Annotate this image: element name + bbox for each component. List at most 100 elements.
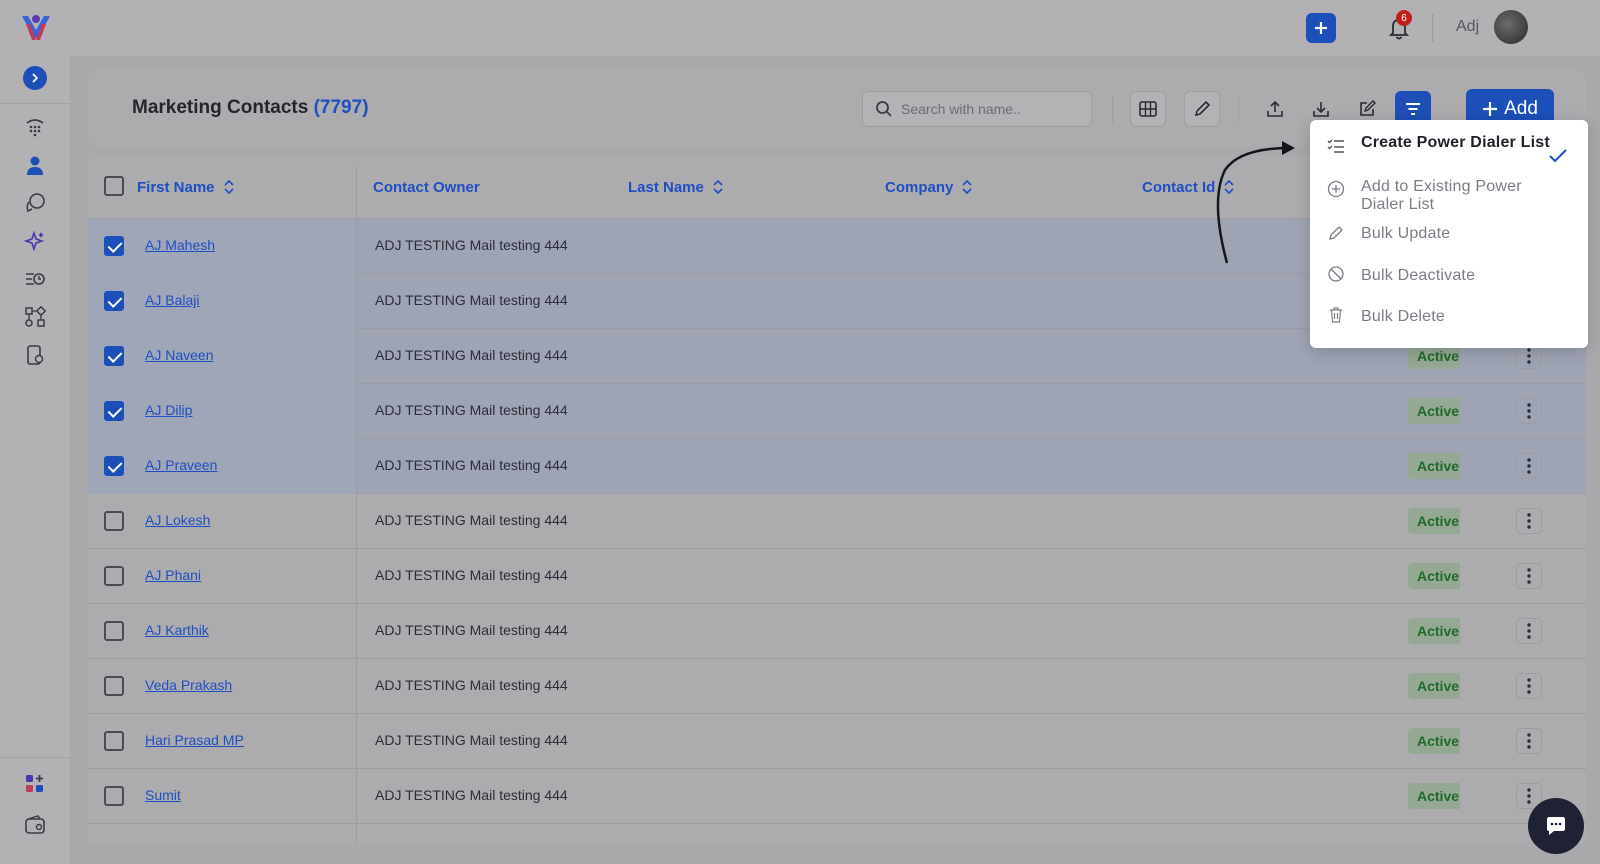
sidebar-item-apps[interactable] [21, 770, 49, 798]
column-header-company[interactable]: Company [885, 156, 973, 218]
workflow-icon [25, 306, 46, 327]
contact-count: (7797) [313, 97, 369, 118]
top-bar [70, 0, 1600, 56]
wallet-icon [25, 815, 45, 834]
edit-view-button[interactable] [1184, 91, 1220, 127]
plus-circle-icon [1326, 179, 1346, 199]
row-checkbox[interactable] [104, 676, 124, 696]
sort-icon[interactable] [223, 179, 235, 195]
row-actions-button[interactable] [1516, 453, 1542, 479]
select-all-checkbox[interactable] [104, 176, 124, 196]
page-title: Marketing Contacts (7797) [132, 97, 369, 119]
contact-name-link[interactable]: AJ Mahesh [145, 237, 215, 253]
contact-name-link[interactable]: Veda Prakash [145, 677, 232, 693]
history-list-icon [26, 273, 45, 285]
contact-name-link[interactable]: AJ Dilip [145, 402, 192, 418]
table-row[interactable]: AJ Praveen ADJ TESTING Mail testing 444 Ac… [88, 439, 1586, 494]
row-checkbox[interactable] [104, 511, 124, 531]
user-name[interactable]: Adj [1456, 18, 1479, 36]
contact-owner-cell: ADJ TESTING Mail testing 444 [375, 292, 568, 308]
contact-name-link[interactable]: Sumit [145, 787, 181, 803]
contact-name-link[interactable]: Hari Prasad MP [145, 732, 244, 748]
edit-square-icon [1360, 100, 1376, 116]
sidebar-item-wallet[interactable] [21, 811, 49, 839]
sidebar-divider [0, 103, 70, 104]
menu-item-label: Create Power Dialer List [1361, 134, 1550, 151]
contact-name-link[interactable]: AJ Praveen [145, 457, 217, 473]
quick-add-button[interactable] [1306, 13, 1336, 43]
row-actions-button[interactable] [1516, 673, 1542, 699]
sidebar-item-device-settings[interactable] [21, 341, 49, 369]
contact-name-link[interactable]: AJ Phani [145, 567, 201, 583]
table-row[interactable]: AJ Karthik ADJ TESTING Mail testing 444 Ac… [88, 604, 1586, 659]
contact-name-link[interactable]: AJ Naveen [145, 347, 213, 363]
sidebar-item-workflows[interactable] [21, 303, 49, 331]
menu-item-bulk-deactivate[interactable]: Bulk Deactivate [1310, 264, 1588, 292]
row-checkbox[interactable] [104, 786, 124, 806]
contact-name-link[interactable]: AJ Lokesh [145, 512, 210, 528]
row-checkbox[interactable] [104, 621, 124, 641]
row-checkbox[interactable] [104, 346, 124, 366]
trash-icon [1326, 305, 1346, 325]
menu-item-create-power-dialer-list[interactable]: Create Power Dialer List [1310, 134, 1588, 172]
apps-grid-icon [26, 775, 43, 792]
table-row[interactable]: AJ Lokesh ADJ TESTING Mail testing 444 Act… [88, 494, 1586, 549]
kebab-menu-icon [1527, 458, 1531, 474]
row-actions-button[interactable] [1516, 618, 1542, 644]
contact-owner-cell: ADJ TESTING Mail testing 444 [375, 732, 568, 748]
chat-icon [1547, 817, 1565, 835]
sidebar-item-conversations[interactable] [21, 189, 49, 217]
plus-icon [1483, 102, 1498, 116]
row-checkbox[interactable] [104, 291, 124, 311]
first-name-cell: AJ Lokesh [88, 494, 356, 549]
sidebar-expand-button[interactable] [23, 66, 47, 90]
row-checkbox[interactable] [104, 566, 124, 586]
chat-launcher-button[interactable] [1528, 798, 1584, 854]
sidebar-item-ai[interactable] [21, 227, 49, 255]
table-row[interactable]: AJ Phani ADJ TESTING Mail testing 444 Acti… [88, 549, 1586, 604]
kebab-menu-icon [1527, 348, 1531, 364]
column-header-contact-owner[interactable]: Contact Owner [373, 156, 480, 218]
row-actions-button[interactable] [1516, 728, 1542, 754]
columns-button[interactable] [1130, 91, 1166, 127]
row-checkbox[interactable] [104, 236, 124, 256]
sort-icon[interactable] [712, 179, 724, 195]
search-input[interactable] [901, 101, 1081, 117]
chevron-right-icon [32, 73, 39, 83]
column-header-first-name[interactable]: First Name [137, 156, 235, 218]
contact-owner-cell: ADJ TESTING Mail testing 444 [375, 622, 568, 638]
column-header-label: First Name [137, 178, 215, 196]
row-checkbox[interactable] [104, 731, 124, 751]
menu-item-bulk-delete[interactable]: Bulk Delete [1310, 305, 1588, 333]
table-row[interactable]: Hari Prasad MP ADJ TESTING Mail testing 4… [88, 714, 1586, 769]
sort-icon[interactable] [961, 179, 973, 195]
row-actions-button[interactable] [1516, 508, 1542, 534]
first-name-cell: AJ Karthik [88, 604, 356, 659]
table-row[interactable]: Sumit ADJ TESTING Mail testing 444 Active [88, 769, 1586, 824]
avatar[interactable] [1494, 10, 1528, 44]
topbar-divider [1432, 14, 1433, 42]
app-logo[interactable] [18, 10, 54, 46]
column-header-label: Contact Owner [373, 178, 480, 196]
sort-icon[interactable] [1223, 179, 1235, 195]
row-actions-button[interactable] [1516, 398, 1542, 424]
menu-item-bulk-update[interactable]: Bulk Update [1310, 223, 1588, 251]
table-row[interactable]: Veda Prakash ADJ TESTING Mail testing 444… [88, 659, 1586, 714]
sidebar-item-contacts[interactable] [21, 151, 49, 179]
sidebar-divider [0, 757, 70, 758]
column-header-last-name[interactable]: Last Name [628, 156, 724, 218]
contact-name-link[interactable]: AJ Balaji [145, 292, 199, 308]
chat-bubbles-icon [26, 193, 45, 213]
export-button[interactable] [1257, 91, 1293, 127]
sidebar-item-history[interactable] [21, 265, 49, 293]
sidebar-item-dialer[interactable] [21, 113, 49, 141]
table-row[interactable]: AJ Dilip ADJ TESTING Mail testing 444 Acti… [88, 384, 1586, 439]
search-box[interactable] [862, 91, 1092, 127]
row-checkbox[interactable] [104, 456, 124, 476]
contact-name-link[interactable]: AJ Karthik [145, 622, 209, 638]
contact-owner-cell: ADJ TESTING Mail testing 444 [375, 567, 568, 583]
menu-item-add-to-existing-list[interactable]: Add to Existing Power Dialer List [1310, 178, 1588, 216]
column-header-contact-id[interactable]: Contact Id [1142, 156, 1235, 218]
row-checkbox[interactable] [104, 401, 124, 421]
row-actions-button[interactable] [1516, 563, 1542, 589]
